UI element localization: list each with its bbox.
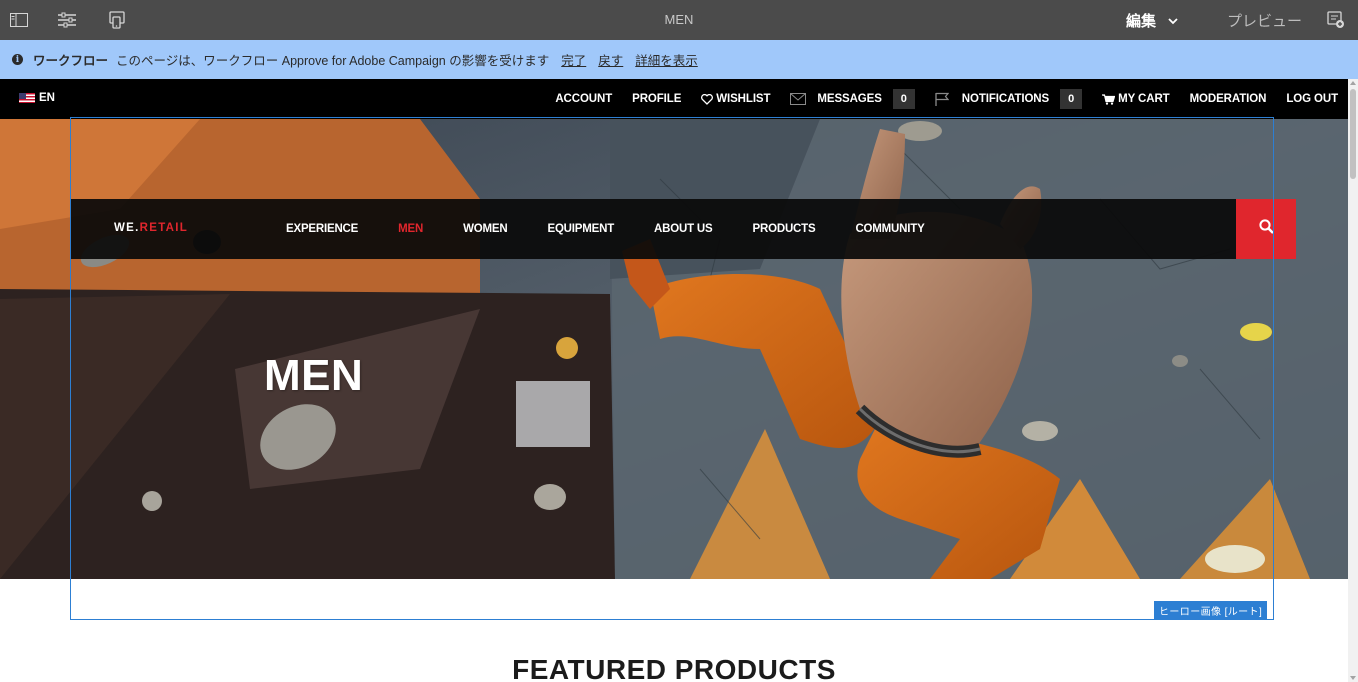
chevron-down-icon bbox=[1168, 12, 1178, 29]
workflow-complete-link[interactable]: 完了 bbox=[561, 50, 586, 69]
info-icon: i bbox=[12, 54, 23, 65]
envelope-icon bbox=[790, 93, 807, 105]
page-canvas: EN ACCOUNT PROFILE WISHLIST MESSAGES 0 N… bbox=[0, 79, 1348, 682]
page-scrollbar[interactable] bbox=[1348, 79, 1358, 682]
notifications-link[interactable]: NOTIFICATIONS 0 bbox=[935, 89, 1083, 109]
moderation-link[interactable]: MODERATION bbox=[1190, 93, 1267, 105]
nav-item-experience[interactable]: EXPERIENCE bbox=[286, 223, 358, 235]
messages-link[interactable]: MESSAGES 0 bbox=[790, 89, 915, 109]
cart-label: MY CART bbox=[1118, 93, 1170, 105]
logout-label: LOG OUT bbox=[1286, 93, 1338, 105]
featured-products-heading: FEATURED PRODUCTS bbox=[512, 654, 836, 682]
account-label: ACCOUNT bbox=[555, 93, 613, 105]
heart-icon bbox=[701, 93, 714, 105]
moderation-label: MODERATION bbox=[1189, 93, 1267, 105]
nav-item-women[interactable]: WOMEN bbox=[463, 223, 508, 235]
scroll-up-icon[interactable] bbox=[1350, 81, 1356, 85]
wishlist-label: WISHLIST bbox=[716, 93, 771, 105]
editor-toolbar: MEN 編集 プレビュー bbox=[0, 0, 1358, 40]
mode-selector[interactable]: 編集 bbox=[1126, 10, 1178, 30]
annotations-icon[interactable] bbox=[1326, 10, 1346, 30]
main-navigation: WE.RETAIL EXPERIENCE MEN WOMEN EQUIPMENT… bbox=[70, 199, 1296, 259]
cart-icon bbox=[1102, 93, 1116, 105]
workflow-notice-bar: i ワークフロー このページは、ワークフロー Approve for Adobe… bbox=[0, 40, 1358, 79]
nav-item-community[interactable]: COMMUNITY bbox=[855, 223, 924, 235]
messages-count-badge: 0 bbox=[892, 89, 915, 109]
flag-icon bbox=[935, 92, 949, 106]
brand-suffix: RETAIL bbox=[139, 222, 189, 234]
preview-button[interactable]: プレビュー bbox=[1227, 10, 1302, 31]
scroll-down-icon[interactable] bbox=[1350, 676, 1356, 680]
search-icon bbox=[1258, 219, 1274, 239]
side-panel-icon[interactable] bbox=[9, 10, 29, 30]
language-selector[interactable]: EN bbox=[19, 92, 55, 104]
search-button[interactable] bbox=[1236, 199, 1296, 259]
nav-item-about-us[interactable]: ABOUT US bbox=[654, 223, 713, 235]
hero-background-illustration bbox=[0, 119, 1348, 579]
wishlist-link[interactable]: WISHLIST bbox=[701, 93, 771, 105]
page-properties-icon[interactable] bbox=[57, 10, 77, 30]
mode-label: 編集 bbox=[1126, 12, 1157, 30]
notifications-label: NOTIFICATIONS bbox=[961, 93, 1050, 105]
logout-link[interactable]: LOG OUT bbox=[1286, 93, 1338, 105]
notifications-count-badge: 0 bbox=[1060, 89, 1083, 109]
account-link[interactable]: ACCOUNT bbox=[555, 93, 612, 105]
nav-item-men[interactable]: MEN bbox=[398, 223, 423, 235]
language-label: EN bbox=[39, 92, 55, 104]
workflow-step-back-link[interactable]: 戻す bbox=[598, 50, 623, 69]
emulator-icon[interactable] bbox=[107, 10, 127, 30]
component-label[interactable]: ヒーロー画像 [ルート] bbox=[1154, 601, 1268, 620]
scrollbar-thumb[interactable] bbox=[1350, 89, 1356, 179]
nav-item-equipment[interactable]: EQUIPMENT bbox=[547, 223, 614, 235]
brand-prefix: WE. bbox=[114, 222, 140, 234]
workflow-details-link[interactable]: 詳細を表示 bbox=[635, 50, 698, 69]
us-flag-icon bbox=[19, 93, 35, 103]
profile-link[interactable]: PROFILE bbox=[632, 93, 681, 105]
nav-item-products[interactable]: PRODUCTS bbox=[753, 223, 816, 235]
workflow-label: ワークフロー bbox=[33, 54, 109, 68]
workflow-message: このページは、ワークフロー Approve for Adobe Campaign… bbox=[116, 54, 550, 68]
hero-title: MEN bbox=[264, 351, 364, 400]
utility-navigation: EN ACCOUNT PROFILE WISHLIST MESSAGES 0 N… bbox=[0, 79, 1348, 119]
we-retail-logo[interactable]: WE.RETAIL bbox=[114, 222, 188, 234]
messages-label: MESSAGES bbox=[817, 93, 882, 105]
hero-image: WE.RETAIL EXPERIENCE MEN WOMEN EQUIPMENT… bbox=[0, 119, 1348, 579]
profile-label: PROFILE bbox=[632, 93, 682, 105]
cart-link[interactable]: MY CART bbox=[1102, 93, 1170, 105]
